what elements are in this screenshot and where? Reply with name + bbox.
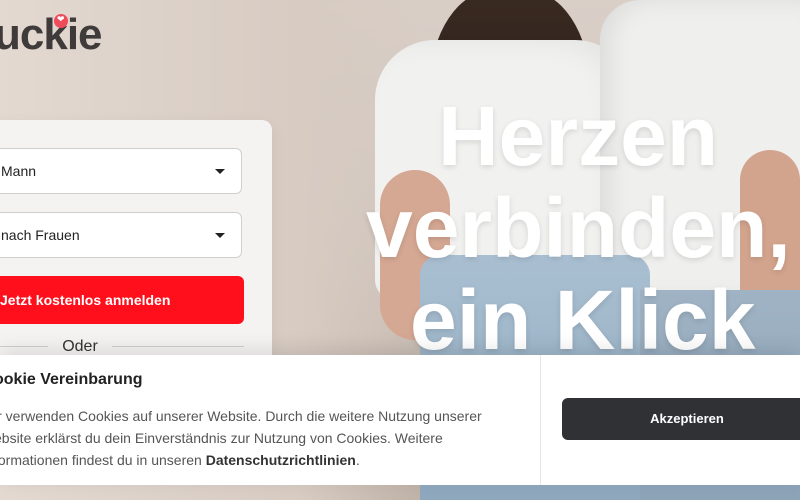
gender-select-value: Mann <box>1 163 37 179</box>
seeking-select-value: nach Frauen <box>1 227 80 243</box>
signup-button[interactable]: Jetzt kostenlos anmelden <box>0 276 244 324</box>
accept-cookies-button[interactable]: Akzeptieren <box>562 398 800 440</box>
caret-down-icon <box>215 233 225 238</box>
gender-select[interactable]: Mann <box>0 148 242 194</box>
cookie-divider <box>540 355 541 485</box>
cookie-title: ookie Vereinbarung <box>0 371 143 388</box>
cookie-banner: ookie Vereinbarung ir verwenden Cookies … <box>0 355 800 485</box>
or-divider-label: Oder <box>48 338 112 356</box>
hero-heading-line-1: Herzen <box>438 90 719 183</box>
cookie-text: ir verwenden Cookies auf unserer Website… <box>0 405 514 471</box>
heart-icon <box>54 14 68 28</box>
or-divider <box>0 346 244 347</box>
logo-text: uckie <box>0 10 103 59</box>
cookie-message-area: ookie Vereinbarung ir verwenden Cookies … <box>0 355 540 485</box>
cookie-text-suffix: . <box>355 452 360 468</box>
brand-logo[interactable]: uckie <box>0 10 103 60</box>
seeking-select[interactable]: nach Frauen <box>0 212 242 258</box>
hero-heading-line-2: verbinden, <box>366 181 791 275</box>
hero-heading-line-3: ein Klick <box>410 273 756 366</box>
caret-down-icon <box>215 169 225 174</box>
privacy-policy-link[interactable]: Datenschutzrichtlinien <box>206 452 356 468</box>
hero-heading: Herzen verbinden, ein Klick <box>360 90 800 366</box>
